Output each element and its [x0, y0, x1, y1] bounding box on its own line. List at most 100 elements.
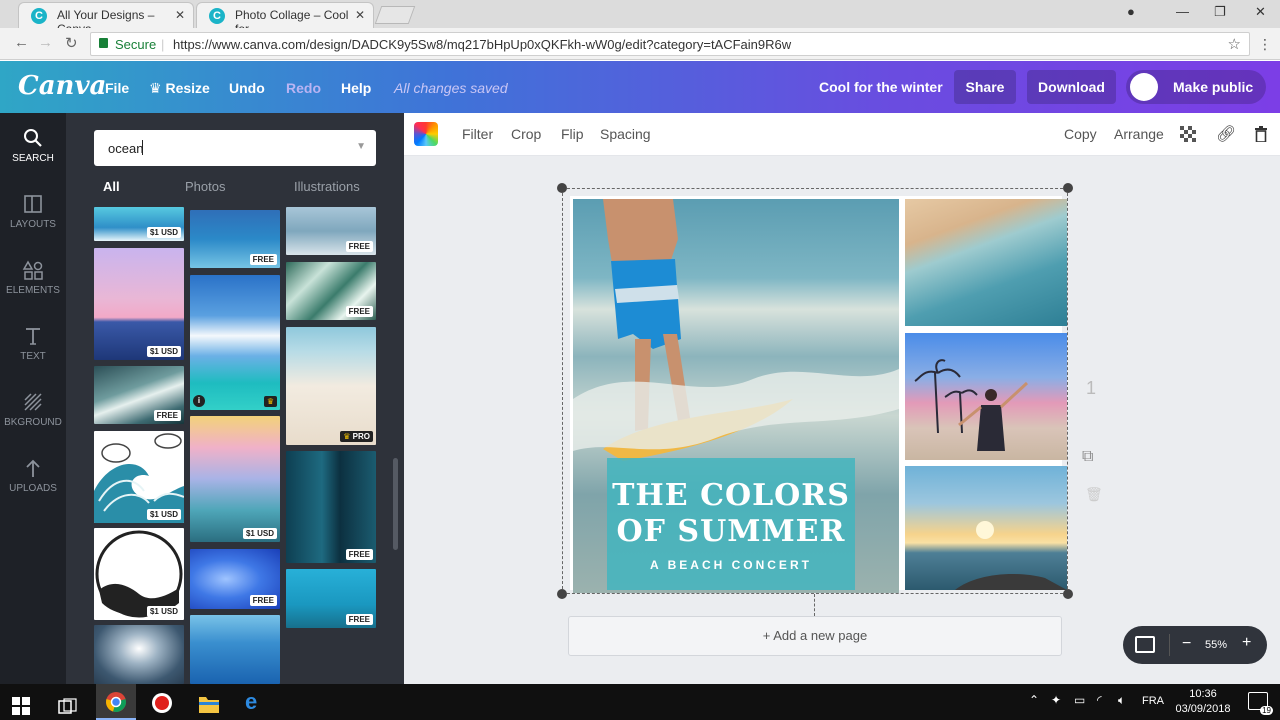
resize-handle-top-right[interactable] [1063, 183, 1073, 193]
search-icon [24, 129, 42, 147]
rail-item-text[interactable]: TEXT [0, 325, 66, 385]
close-tab-icon[interactable]: ✕ [175, 8, 185, 22]
language-indicator[interactable]: FRA [1142, 695, 1164, 719]
image-thumbnail[interactable]: FREE [286, 451, 376, 563]
add-page-button[interactable]: + Add a new page [568, 616, 1062, 656]
crop-button[interactable]: Crop [511, 126, 541, 142]
rotate-guide [814, 594, 815, 616]
resize-handle-bottom-left[interactable] [557, 589, 567, 599]
dropbox-icon[interactable]: ✦ [1051, 693, 1061, 717]
windows-start-icon[interactable] [12, 694, 30, 718]
image-thumbnail[interactable]: FREE [94, 366, 184, 424]
rail-item-search[interactable]: SEARCH [0, 127, 66, 187]
rail-item-elements[interactable]: ELEMENTS [0, 259, 66, 319]
chrome-taskbar-item[interactable] [96, 684, 136, 720]
tray-chevron-up-icon[interactable]: ⌃ [1029, 693, 1039, 717]
image-thumbnail[interactable]: ♛ PRO [286, 327, 376, 445]
new-tab-button[interactable] [374, 6, 416, 24]
image-thumbnail[interactable]: FREE [190, 549, 280, 609]
price-badge: $1 USD [146, 346, 181, 357]
url-field[interactable]: Secure | https://www.canva.com/design/DA… [90, 32, 1250, 56]
forward-icon[interactable]: → [38, 34, 53, 51]
resize-handle-top-left[interactable] [557, 183, 567, 193]
profile-icon[interactable]: ● [1127, 4, 1135, 19]
volume-icon[interactable]: 🔈︎ [1118, 693, 1125, 717]
image-thumbnail[interactable]: FREE [190, 210, 280, 268]
file-explorer-icon[interactable] [198, 692, 220, 716]
zoom-level[interactable]: 55% [1205, 639, 1227, 651]
filter-button[interactable]: Filter [462, 126, 493, 142]
lock-icon [99, 38, 108, 48]
tab-illustrations[interactable]: Illustrations [294, 179, 360, 194]
wave-circle-thumbnail[interactable]: $1 USD [94, 528, 184, 620]
rail-item-layouts[interactable]: LAYOUTS [0, 193, 66, 253]
help-menu[interactable]: Help [341, 80, 371, 96]
resize-handle-bottom-right[interactable] [1063, 589, 1073, 599]
image-thumbnail[interactable]: FREE [286, 262, 376, 320]
image-thumbnail[interactable] [190, 615, 280, 684]
clock[interactable]: 10:36 03/09/2018 [1172, 687, 1234, 717]
panel-scrollbar[interactable] [393, 458, 398, 550]
chevron-down-icon[interactable]: ▼ [356, 141, 366, 152]
info-icon[interactable]: i [193, 395, 205, 407]
back-icon[interactable]: ← [14, 34, 29, 51]
download-button[interactable]: Download [1027, 70, 1116, 104]
resize-button[interactable]: ♛ Resize [149, 80, 210, 97]
action-center-icon[interactable]: 19 [1248, 692, 1273, 715]
tab-all[interactable]: All [103, 179, 120, 194]
zoom-out-button[interactable]: − [1182, 635, 1191, 653]
rail-label: SEARCH [12, 153, 54, 164]
transparency-icon[interactable] [1180, 126, 1196, 142]
image-thumbnail[interactable]: i ♛ [190, 275, 280, 410]
copy-button[interactable]: Copy [1064, 126, 1097, 142]
price-badge: FREE [345, 306, 373, 317]
design-title[interactable]: Cool for the winter [819, 79, 943, 95]
image-thumbnail[interactable] [94, 625, 184, 684]
flip-button[interactable]: Flip [561, 126, 584, 142]
rail-item-background[interactable]: BKGROUND [0, 391, 66, 451]
browser-tab-photo-collage[interactable]: C Photo Collage – Cool for ✕ [196, 2, 374, 36]
color-picker-icon[interactable] [414, 122, 438, 146]
image-thumbnail[interactable]: FREE [286, 569, 376, 628]
search-input[interactable]: ocean ▼ [94, 130, 376, 166]
left-rail: SEARCH LAYOUTS ELEMENTS TEXT BKGROUND UP… [0, 113, 66, 684]
arrange-button[interactable]: Arrange [1114, 126, 1164, 142]
image-thumbnail[interactable]: FREE [286, 207, 376, 255]
file-menu[interactable]: File [105, 80, 129, 96]
present-icon[interactable] [1135, 636, 1155, 653]
make-public-toggle[interactable]: Make public [1126, 70, 1266, 104]
duplicate-page-icon[interactable]: ⧉ [1082, 448, 1093, 466]
canva-favicon-icon: C [31, 8, 47, 24]
restore-icon[interactable]: ❐ [1214, 4, 1226, 20]
bookmark-star-icon[interactable]: ☆ [1228, 35, 1241, 53]
wave-illustration-thumbnail[interactable]: $1 USD [94, 431, 184, 523]
spacing-button[interactable]: Spacing [600, 126, 651, 142]
battery-icon[interactable]: ▭ [1074, 693, 1085, 717]
minimize-icon[interactable]: — [1176, 4, 1189, 19]
undo-button[interactable]: Undo [229, 80, 265, 96]
image-thumbnail[interactable]: $1 USD [94, 207, 184, 241]
zoom-control: − 55% + [1123, 626, 1267, 664]
delete-page-icon[interactable]: 🗑︎ [1085, 486, 1103, 503]
price-badge: FREE [345, 549, 373, 560]
close-tab-icon[interactable]: ✕ [355, 8, 365, 22]
reload-icon[interactable]: ↻ [65, 34, 78, 52]
trash-icon[interactable] [1254, 126, 1268, 142]
image-thumbnail[interactable]: $1 USD [190, 416, 280, 542]
image-thumbnail[interactable]: $1 USD [94, 248, 184, 360]
browser-menu-icon[interactable]: ⋮ [1258, 36, 1272, 53]
clock-time: 10:36 [1189, 688, 1217, 700]
redo-button[interactable]: Redo [286, 80, 321, 96]
link-icon[interactable]: 🔗︎ [1216, 124, 1236, 144]
edge-icon[interactable]: e [245, 689, 257, 714]
record-app-icon[interactable] [151, 691, 173, 715]
browser-tab-all-designs[interactable]: C All Your Designs – Canva ✕ [18, 2, 194, 36]
close-window-icon[interactable]: ✕ [1255, 4, 1266, 20]
share-button[interactable]: Share [954, 70, 1016, 104]
tab-photos[interactable]: Photos [185, 179, 225, 194]
rail-item-uploads[interactable]: UPLOADS [0, 457, 66, 517]
zoom-in-button[interactable]: + [1242, 634, 1251, 652]
wifi-icon[interactable]: ◜ [1097, 693, 1102, 717]
canva-logo[interactable]: Canva [18, 71, 106, 101]
task-view-icon[interactable] [58, 695, 78, 719]
